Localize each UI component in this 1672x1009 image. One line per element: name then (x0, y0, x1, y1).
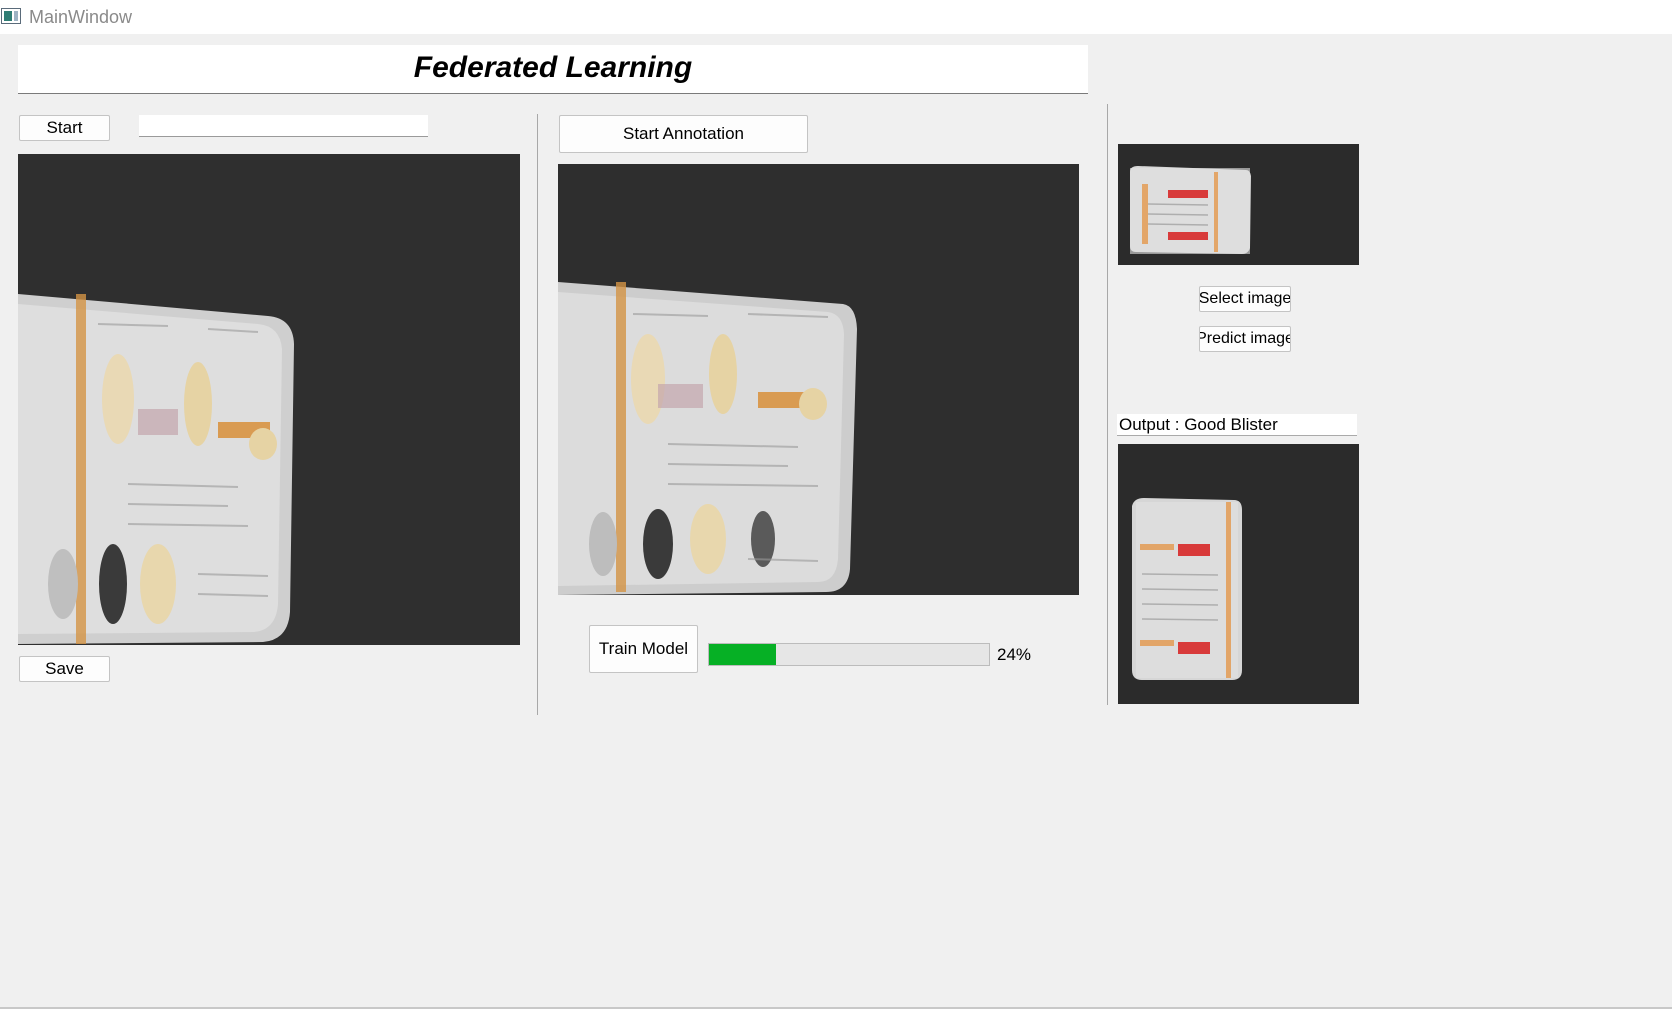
title-bar: MainWindow (0, 0, 1672, 34)
path-field[interactable] (139, 115, 428, 137)
start-button[interactable]: Start (19, 115, 110, 141)
camera-feed-image (18, 154, 520, 645)
progress-fill (709, 644, 777, 665)
divider-right (1107, 104, 1108, 705)
app-heading: Federated Learning (413, 51, 693, 84)
divider-left (537, 114, 538, 715)
progress-percent: 24% (997, 645, 1032, 664)
annotation-image (558, 164, 1079, 595)
predict-image-button[interactable]: Predict image (1199, 326, 1291, 352)
select-image-button[interactable]: Select image (1199, 286, 1291, 312)
header-panel: Federated Learning (18, 45, 1088, 94)
app-window-icon (1, 8, 21, 24)
selected-image-thumbnail (1118, 144, 1359, 265)
window-title: MainWindow (29, 7, 133, 27)
training-progress-bar (708, 643, 990, 666)
train-model-button[interactable]: Train Model (589, 625, 698, 673)
start-annotation-button[interactable]: Start Annotation (559, 115, 808, 153)
save-button[interactable]: Save (19, 656, 110, 682)
output-label: Output : Good Blister (1117, 414, 1357, 436)
prediction-image (1118, 444, 1359, 704)
